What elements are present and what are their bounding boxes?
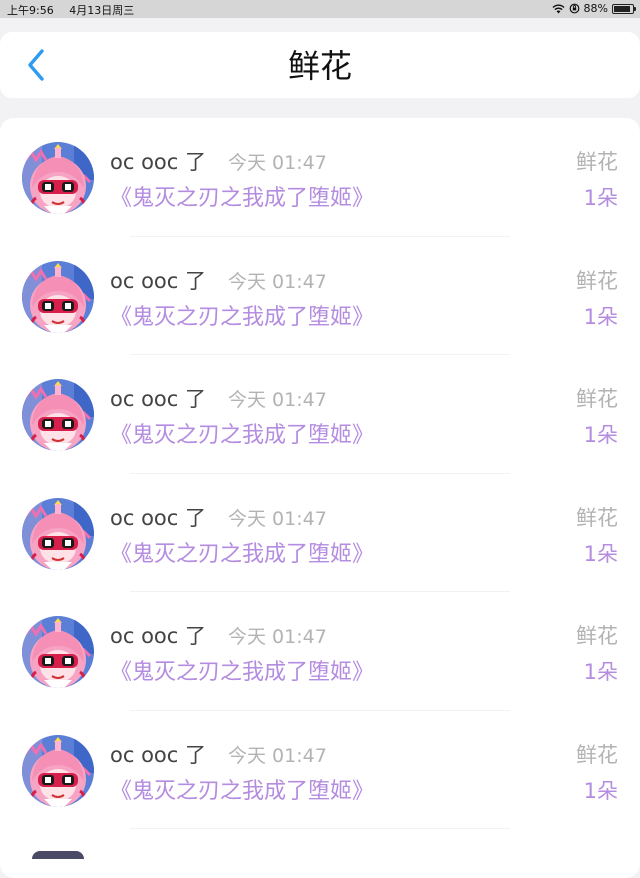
- avatar[interactable]: [22, 497, 94, 570]
- list-item[interactable]: oc ooc 了 今天 01:47 《鬼灭之刃之我成了堕姬》 鲜花 1朵: [0, 118, 640, 237]
- status-left: 上午9:56 4月13日周三: [7, 2, 134, 18]
- timestamp: 今天 01:47: [228, 389, 327, 411]
- book-title[interactable]: 《鬼灭之刃之我成了堕姬》: [110, 180, 374, 212]
- gift-type: 鲜花: [576, 505, 618, 530]
- book-title[interactable]: 《鬼灭之刃之我成了堕姬》: [110, 654, 374, 686]
- gift-type: 鲜花: [576, 150, 618, 174]
- username: oc ooc 了: [110, 624, 206, 648]
- orientation-lock-icon: [569, 3, 579, 14]
- username: oc ooc 了: [110, 268, 206, 293]
- gift-count: 1朵: [583, 660, 618, 684]
- status-bar: 上午9:56 4月13日周三 88%: [0, 0, 640, 18]
- avatar[interactable]: [22, 734, 94, 807]
- username: oc ooc 了: [110, 742, 206, 767]
- username: oc ooc 了: [110, 387, 206, 411]
- partial-avatar: [32, 851, 84, 859]
- status-date: 4月13日周三: [69, 4, 135, 17]
- list-item[interactable]: oc ooc 了 今天 01:47 《鬼灭之刃之我成了堕姬》 鲜花 1朵: [0, 711, 640, 830]
- timestamp: 今天 01:47: [228, 626, 327, 648]
- gift-count: 1朵: [583, 778, 618, 803]
- battery-percent: 88%: [583, 2, 608, 15]
- gift-list: oc ooc 了 今天 01:47 《鬼灭之刃之我成了堕姬》 鲜花 1朵 oc …: [0, 118, 640, 878]
- battery-fill: [614, 5, 630, 12]
- gift-count: 1朵: [583, 541, 618, 566]
- list-item[interactable]: oc ooc 了 今天 01:47 《鬼灭之刃之我成了堕姬》 鲜花 1朵: [0, 592, 640, 711]
- gift-type: 鲜花: [576, 624, 618, 648]
- book-title[interactable]: 《鬼灭之刃之我成了堕姬》: [110, 299, 374, 331]
- username: oc ooc 了: [110, 150, 206, 174]
- avatar[interactable]: [22, 379, 94, 451]
- list-item[interactable]: oc ooc 了 今天 01:47 《鬼灭之刃之我成了堕姬》 鲜花 1朵: [0, 355, 640, 474]
- gift-type: 鲜花: [576, 742, 618, 767]
- timestamp: 今天 01:47: [228, 152, 327, 174]
- nav-bar: 鲜花: [0, 32, 640, 98]
- list-item[interactable]: oc ooc 了 今天 01:47 《鬼灭之刃之我成了堕姬》 鲜花 1朵: [0, 474, 640, 593]
- timestamp: 今天 01:47: [228, 744, 327, 767]
- battery-icon: [612, 3, 636, 14]
- gift-count: 1朵: [583, 304, 618, 329]
- wifi-icon: [552, 4, 565, 13]
- timestamp: 今天 01:47: [228, 270, 327, 293]
- gift-type: 鲜花: [576, 268, 618, 293]
- status-right: 88%: [552, 2, 636, 15]
- gift-count: 1朵: [583, 186, 618, 210]
- username: oc ooc 了: [110, 505, 206, 530]
- gift-count: 1朵: [583, 423, 618, 447]
- timestamp: 今天 01:47: [228, 507, 327, 530]
- book-title[interactable]: 《鬼灭之刃之我成了堕姬》: [110, 417, 374, 449]
- avatar[interactable]: [22, 142, 94, 214]
- page-title: 鲜花: [287, 47, 352, 85]
- status-time: 上午9:56: [7, 4, 54, 17]
- avatar[interactable]: [22, 260, 94, 333]
- avatar[interactable]: [22, 616, 94, 688]
- book-title[interactable]: 《鬼灭之刃之我成了堕姬》: [110, 773, 374, 805]
- list-item[interactable]: oc ooc 了 今天 01:47 《鬼灭之刃之我成了堕姬》 鲜花 1朵: [0, 237, 640, 356]
- book-title[interactable]: 《鬼灭之刃之我成了堕姬》: [110, 536, 374, 568]
- gift-type: 鲜花: [576, 387, 618, 411]
